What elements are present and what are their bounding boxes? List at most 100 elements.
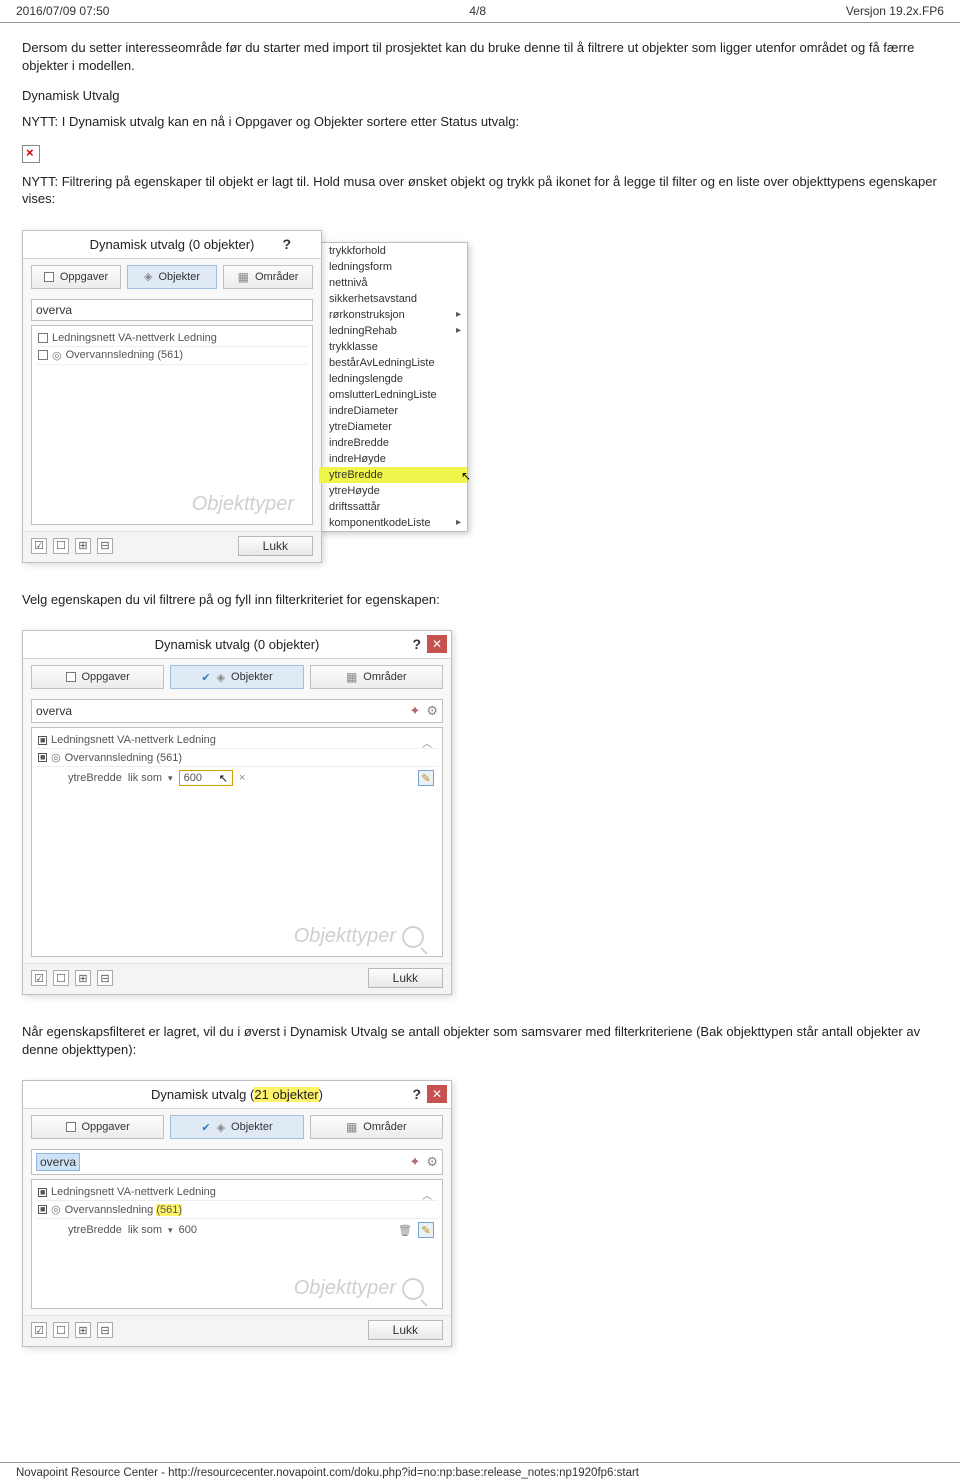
chevron-up-icon[interactable]: ︿ <box>422 735 432 750</box>
dropdown-item[interactable]: indreHøyde <box>319 451 467 467</box>
grid-icon: ▦ <box>238 270 249 284</box>
dropdown-item[interactable]: ytreHøyde <box>319 483 467 499</box>
list-item-label: Overvannsledning (561) <box>65 1204 182 1216</box>
paragraph-filter-properties: NYTT: Filtrering på egenskaper til objek… <box>22 173 938 208</box>
dropdown-item[interactable]: ytreBredde↖ <box>319 467 467 483</box>
close-icon[interactable]: ✕ <box>427 1085 447 1103</box>
object-type-count-highlight: (561) <box>156 1204 182 1216</box>
dropdown-item[interactable]: ytreDiameter <box>319 419 467 435</box>
list-item[interactable]: ◎ Overvannsledning (561) <box>36 347 308 365</box>
dropdown-item[interactable]: trykkforhold <box>319 243 467 259</box>
close-button[interactable]: Lukk <box>368 1320 443 1340</box>
filter-wand-icon[interactable]: ✦ <box>409 703 420 719</box>
dropdown-item[interactable]: driftssattår <box>319 499 467 515</box>
dropdown-item[interactable]: ledningsform <box>319 259 467 275</box>
toolbar-expand-icon[interactable]: ⊞ <box>75 1322 91 1338</box>
tab-tasks-label: Oppgaver <box>82 1121 130 1133</box>
list-item-label: Ledningsnett VA-nettverk Ledning <box>52 332 217 344</box>
toolbar-collapse-icon[interactable]: ⊟ <box>97 1322 113 1338</box>
tab-objects[interactable]: ◈ Objekter <box>127 265 217 289</box>
object-list: Ledningsnett VA-nettverk Ledning ◎ Overv… <box>31 325 313 525</box>
list-item[interactable]: ■ ◎ Overvannsledning (561) <box>36 1201 438 1219</box>
chevron-down-icon[interactable]: ▾ <box>168 773 173 784</box>
header-datetime: 2016/07/09 07:50 <box>16 4 109 18</box>
filter-wand-icon[interactable]: ✦ <box>409 1154 420 1170</box>
list-item[interactable]: ■ Ledningsnett VA-nettverk Ledning ︿ <box>36 732 438 749</box>
tab-objects[interactable]: ✔ ◈ Objekter <box>170 1115 303 1139</box>
toolbar-expand-icon[interactable]: ⊞ <box>75 538 91 554</box>
magnifier-icon <box>402 1278 424 1300</box>
toolbar-collapse-icon[interactable]: ⊟ <box>97 538 113 554</box>
add-filter-icon[interactable]: ✎ <box>418 770 434 786</box>
close-button[interactable]: Lukk <box>368 968 443 988</box>
dropdown-item[interactable]: ledningslengde <box>319 371 467 387</box>
filter-operator: lik som <box>128 772 162 784</box>
cube-icon: ◈ <box>144 270 152 283</box>
search-input[interactable]: overva ✦ ⚙ <box>31 1149 443 1175</box>
toolbar-check-icon[interactable]: ☑ <box>31 538 47 554</box>
checkbox-icon <box>66 672 76 682</box>
tab-areas[interactable]: ▦ Områder <box>223 265 313 289</box>
tab-row: Oppgaver ◈ Objekter ▦ Områder <box>23 259 321 295</box>
toolbar-uncheck-icon[interactable]: ☐ <box>53 538 69 554</box>
list-item[interactable]: Ledningsnett VA-nettverk Ledning <box>36 330 308 347</box>
toolbar-check-icon[interactable]: ☑ <box>31 1322 47 1338</box>
cursor-icon: ↖ <box>461 469 471 483</box>
checkbox-icon <box>44 272 54 282</box>
tab-tasks[interactable]: Oppgaver <box>31 1115 164 1139</box>
header-page: 4/8 <box>469 4 486 18</box>
dropdown-item[interactable]: indreBredde <box>319 435 467 451</box>
tab-areas[interactable]: ▦ Områder <box>310 1115 443 1139</box>
delete-filter-icon[interactable]: 🗑 <box>398 1224 412 1237</box>
filter-row[interactable]: ytreBredde lik som ▾ 600 ↖ × ✎ <box>64 767 438 789</box>
chevron-down-icon[interactable]: ▾ <box>168 1225 173 1236</box>
clear-icon[interactable]: × <box>239 772 245 784</box>
toolbar-collapse-icon[interactable]: ⊟ <box>97 970 113 986</box>
tab-areas[interactable]: ▦ Områder <box>310 665 443 689</box>
toolbar-uncheck-icon[interactable]: ☐ <box>53 970 69 986</box>
search-text: overva <box>36 1153 80 1171</box>
toolbar-uncheck-icon[interactable]: ☐ <box>53 1322 69 1338</box>
search-input[interactable]: overva ✦ ⚙ <box>31 699 443 723</box>
dropdown-item[interactable]: ledningRehab <box>319 323 467 339</box>
panel-toolbar: ☑ ☐ ⊞ ⊟ Lukk <box>23 531 321 562</box>
dropdown-item[interactable]: komponentkodeListe <box>319 515 467 531</box>
dropdown-item[interactable]: sikkerhetsavstand <box>319 291 467 307</box>
filter-row[interactable]: ytreBredde lik som ▾ 600 🗑 ✎ <box>64 1219 438 1241</box>
checkbox-icon[interactable] <box>38 350 48 360</box>
list-item[interactable]: ■ Ledningsnett VA-nettverk Ledning ︿ <box>36 1184 438 1201</box>
property-dropdown[interactable]: trykkforholdledningsformnettnivåsikkerhe… <box>318 242 468 532</box>
search-input[interactable]: overva <box>31 299 313 321</box>
header-version: Versjon 19.2x.FP6 <box>846 4 944 18</box>
dropdown-item[interactable]: nettnivå <box>319 275 467 291</box>
search-text: overva <box>36 704 72 718</box>
tab-tasks[interactable]: Oppgaver <box>31 265 121 289</box>
help-icon[interactable]: ? <box>412 1086 421 1102</box>
filter-property: ytreBredde <box>68 772 122 784</box>
help-icon[interactable]: ? <box>412 636 421 652</box>
gear-icon[interactable]: ⚙ <box>426 1154 438 1170</box>
dropdown-item[interactable]: trykklasse <box>319 339 467 355</box>
close-button[interactable]: Lukk <box>238 536 313 556</box>
list-item-label: Overvannsledning (561) <box>66 349 183 361</box>
checkbox-icon[interactable] <box>38 333 48 343</box>
toolbar-check-icon[interactable]: ☑ <box>31 970 47 986</box>
dropdown-item[interactable]: rørkonstruksjon <box>319 307 467 323</box>
dropdown-item[interactable]: omslutterLedningListe <box>319 387 467 403</box>
close-icon[interactable]: ✕ <box>427 635 447 653</box>
screenshot-2: Dynamisk utvalg (0 objekter) ? ✕ Oppgave… <box>22 622 938 1013</box>
gear-icon[interactable]: ⚙ <box>426 703 438 719</box>
dropdown-item[interactable]: bestårAvLedningListe <box>319 355 467 371</box>
tab-areas-label: Områder <box>363 1121 406 1133</box>
chevron-up-icon[interactable]: ︿ <box>422 1187 432 1202</box>
tab-objects[interactable]: ✔ ◈ Objekter <box>170 665 303 689</box>
list-item-label: Overvannsledning (561) <box>65 752 182 764</box>
dropdown-item[interactable]: indreDiameter <box>319 403 467 419</box>
filter-value-input[interactable]: 600 ↖ <box>179 770 233 786</box>
toolbar-expand-icon[interactable]: ⊞ <box>75 970 91 986</box>
add-filter-icon[interactable]: ✎ <box>418 1222 434 1238</box>
list-item[interactable]: ■ ◎ Overvannsledning (561) <box>36 749 438 767</box>
tab-objects-label: Objekter <box>231 1121 273 1133</box>
help-icon[interactable]: ? <box>282 236 291 252</box>
tab-tasks[interactable]: Oppgaver <box>31 665 164 689</box>
